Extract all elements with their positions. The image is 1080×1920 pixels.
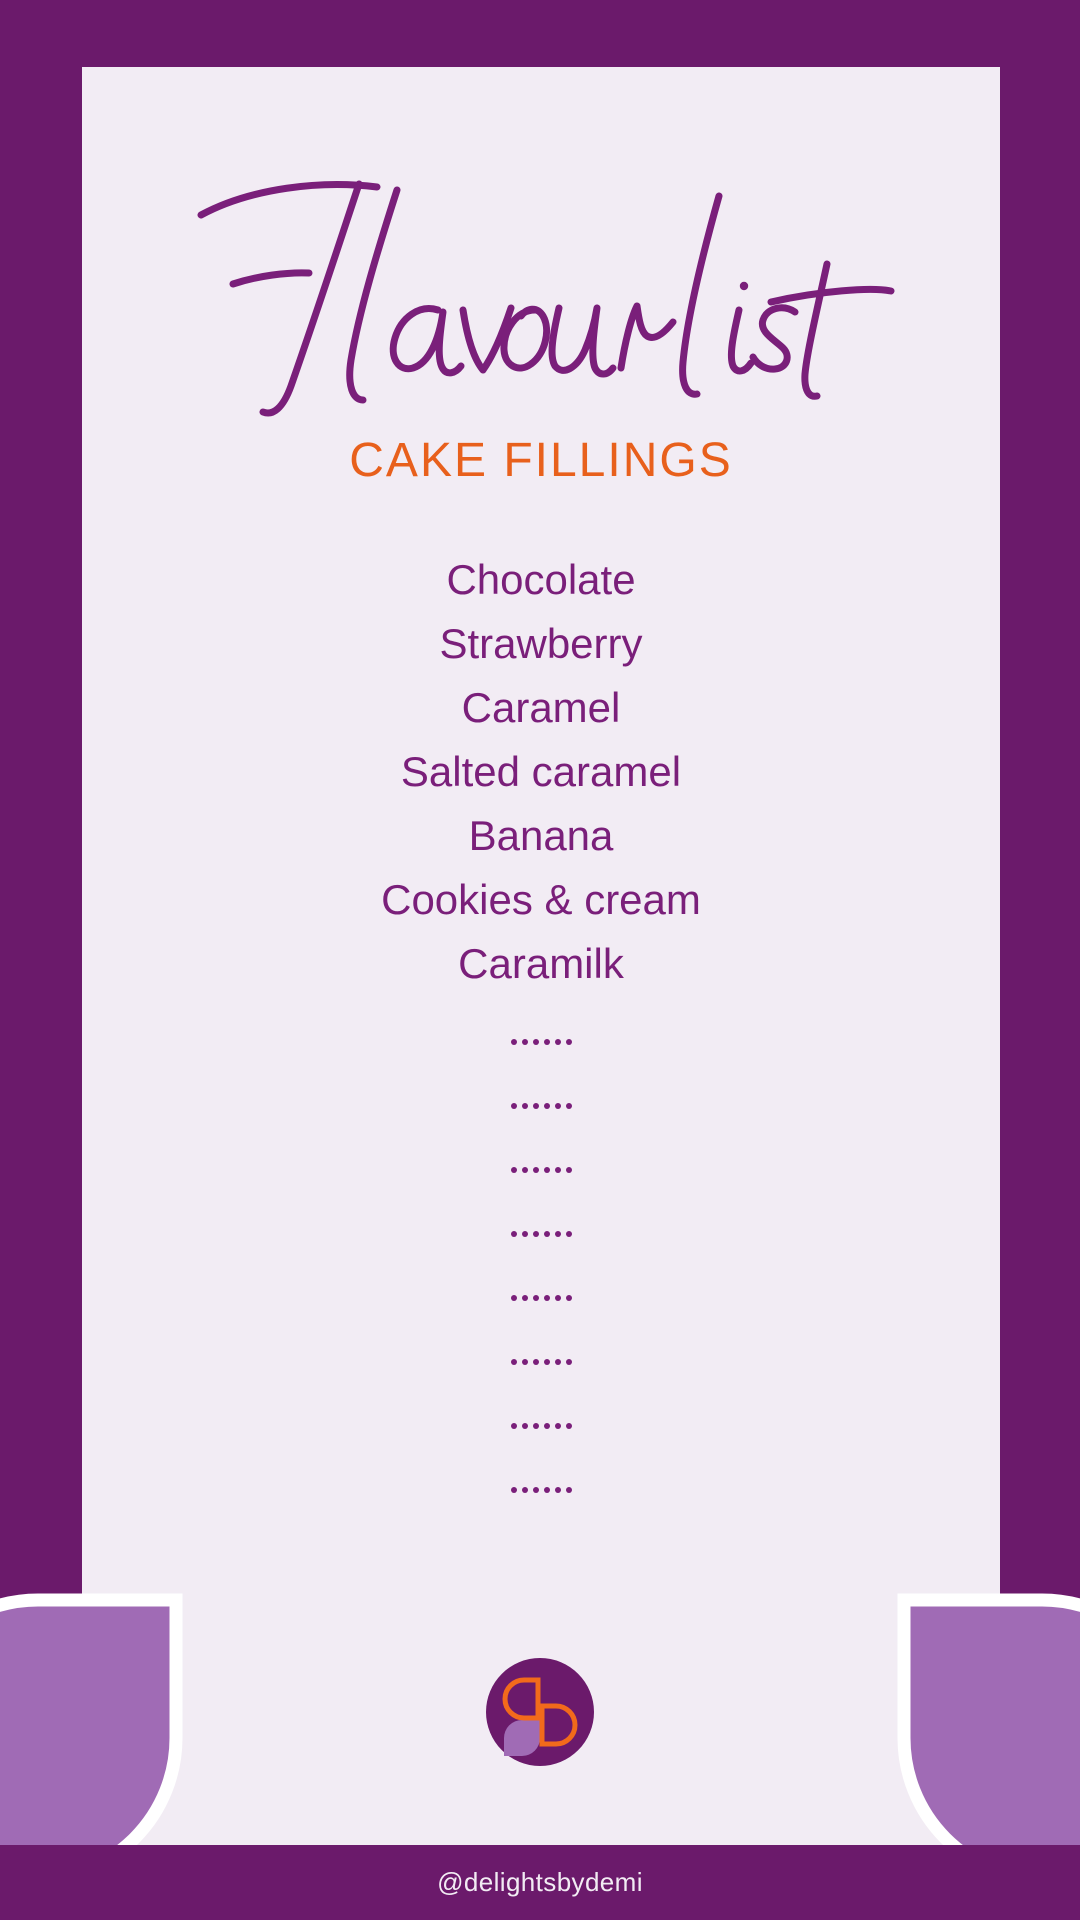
list-item: Strawberry <box>439 620 643 667</box>
title-script-lettering <box>197 180 895 417</box>
dot-leader-icon <box>510 1295 572 1301</box>
brand-logo <box>486 1658 594 1766</box>
dot-leader-icon <box>510 1359 572 1365</box>
blank-line <box>82 1394 1000 1458</box>
blank-line <box>82 1202 1000 1266</box>
blank-line <box>82 1010 1000 1074</box>
dot-leader-icon <box>510 1039 572 1045</box>
list-item: Salted caramel <box>400 748 682 795</box>
dot-leader-icon <box>510 1167 572 1173</box>
logo-leaf-icon <box>504 1720 540 1756</box>
list-item: Caramilk <box>458 940 624 987</box>
flavour-list-poster: CAKE FILLINGS Chocolate Strawberry Caram… <box>0 0 1080 1920</box>
list-item: Chocolate <box>446 556 636 603</box>
blank-line <box>82 1330 1000 1394</box>
list-item: Caramel <box>461 684 621 731</box>
blank-line <box>82 1266 1000 1330</box>
dot-leader-icon <box>510 1423 572 1429</box>
dot-leader-icon <box>510 1231 572 1237</box>
list-item: Banana <box>468 812 614 859</box>
blank-line <box>82 1458 1000 1522</box>
dot-leader-icon <box>510 1487 572 1493</box>
dot-leader-icon <box>510 1103 572 1109</box>
list-item: Cookies & cream <box>381 876 701 923</box>
social-handle[interactable]: @delightsbydemi <box>437 1867 643 1898</box>
page-subtitle: CAKE FILLINGS <box>349 434 733 487</box>
page-title <box>82 150 1000 430</box>
footer-bar: @delightsbydemi <box>0 1845 1080 1920</box>
blank-lines-group <box>82 1010 1000 1522</box>
blank-line <box>82 1074 1000 1138</box>
blank-line <box>82 1138 1000 1202</box>
flavour-list: Chocolate Strawberry Caramel Salted cara… <box>82 548 1000 996</box>
